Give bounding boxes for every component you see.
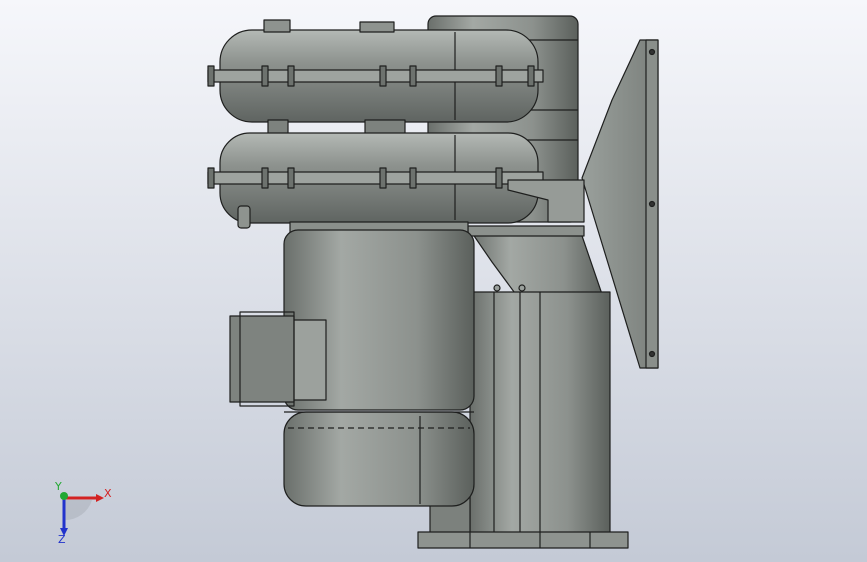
x-axis-label: X [104, 487, 112, 500]
terminal-box [291, 319, 327, 401]
flange-bolt-hole [648, 48, 656, 56]
z-axis-label: Z [58, 533, 66, 546]
top-lug [359, 21, 395, 33]
upper-tie-bar [207, 69, 544, 83]
stage-neck [364, 119, 406, 135]
cad-viewport[interactable]: X Y Z [0, 0, 867, 562]
lower-tie-bar [207, 171, 544, 185]
drain-plug [237, 205, 251, 229]
flange-bolt-hole [648, 350, 656, 358]
axis-triad-icon: X Y Z [54, 480, 112, 546]
y-axis-label: Y [54, 480, 62, 493]
elbow-housing [469, 229, 605, 301]
motor-fan-cover [283, 411, 475, 507]
gearmotor-3d-model[interactable]: X Y Z [0, 0, 867, 562]
base-plate [417, 531, 629, 549]
flange-bolt-hole [648, 200, 656, 208]
top-lug [263, 19, 291, 33]
